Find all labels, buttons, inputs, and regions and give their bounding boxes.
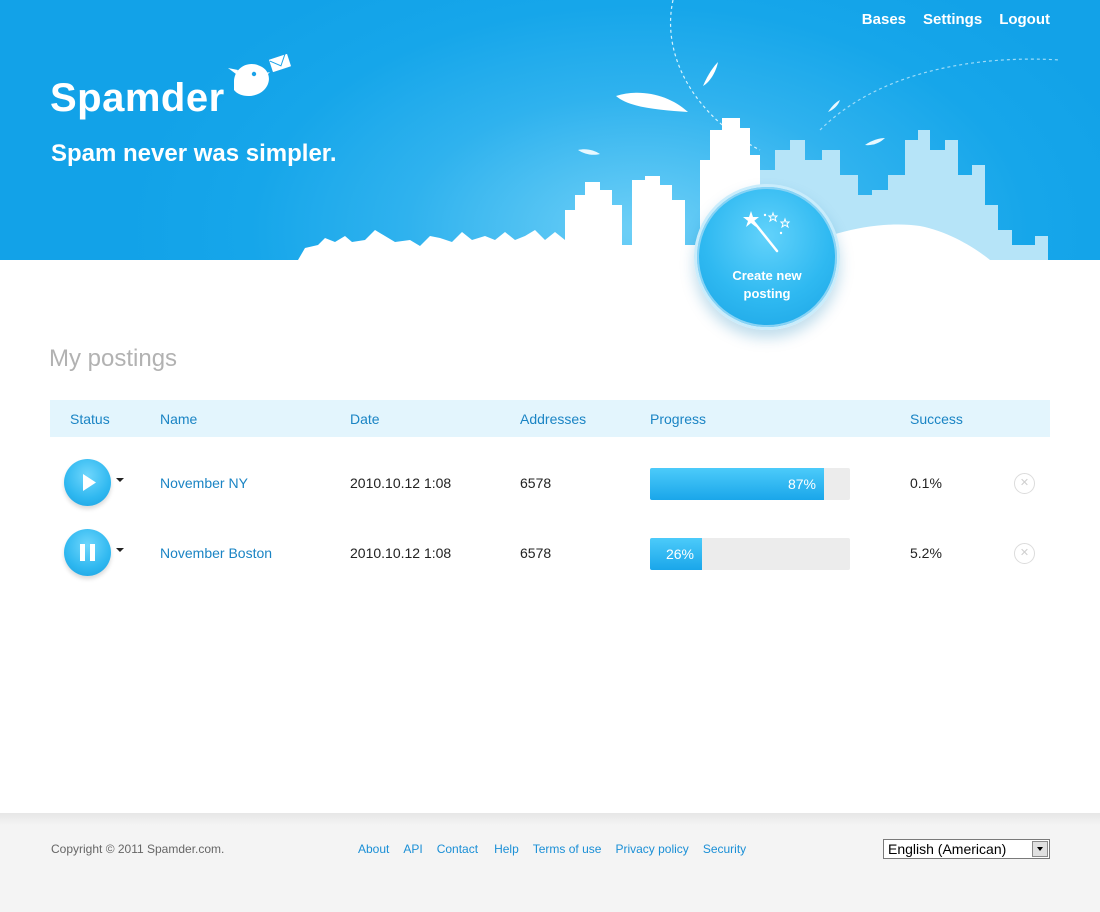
posting-date: 2010.10.12 1:08 — [350, 475, 452, 492]
footer-link-privacy[interactable]: Privacy policy — [615, 842, 688, 856]
progress-label: 26% — [665, 546, 694, 562]
pause-icon — [80, 544, 95, 561]
bird-logo-icon — [228, 52, 292, 96]
progress-fill: 26% — [650, 538, 702, 570]
footer-link-about[interactable]: About — [358, 842, 389, 856]
copyright: Copyright © 2011 Spamder.com. — [51, 842, 225, 856]
footer-link-api[interactable]: API — [403, 842, 422, 856]
progress-fill: 87% — [650, 468, 824, 500]
city-skyline-illustration — [298, 0, 1061, 260]
column-header-success: Success — [910, 411, 963, 427]
top-nav: Bases Settings Logout — [862, 11, 1050, 28]
posting-addresses: 6578 — [520, 545, 552, 562]
posting-name[interactable]: November Boston — [160, 545, 272, 561]
language-select[interactable]: English (American) — [883, 839, 1050, 859]
posting-addresses: 6578 — [520, 475, 552, 492]
chevron-down-icon[interactable] — [116, 478, 124, 482]
table-row: November Boston 2010.10.12 1:08 6578 26%… — [50, 523, 1050, 593]
delete-button[interactable]: ✕ — [1014, 473, 1035, 494]
close-icon: ✕ — [1019, 477, 1030, 489]
close-icon: ✕ — [1019, 547, 1030, 559]
posting-success: 5.2% — [910, 545, 942, 562]
nav-settings-link[interactable]: Settings — [923, 11, 982, 28]
language-select-value: English (American) — [888, 841, 1007, 857]
posting-date: 2010.10.12 1:08 — [350, 545, 452, 562]
footer-links: About API Contact Help Terms of use Priv… — [358, 842, 760, 856]
table-row: November NY 2010.10.12 1:08 6578 87% 0.1… — [50, 453, 1050, 523]
column-header-addresses: Addresses — [520, 411, 587, 427]
postings-table: Status Name Date Addresses Progress Succ… — [50, 400, 1050, 593]
chevron-down-icon[interactable] — [116, 548, 124, 552]
logo[interactable]: Spamder — [50, 52, 310, 124]
envelope-icon — [268, 52, 292, 73]
logo-text: Spamder — [50, 76, 225, 120]
nav-bases-link[interactable]: Bases — [862, 11, 906, 28]
delete-button[interactable]: ✕ — [1014, 543, 1035, 564]
posting-name[interactable]: November NY — [160, 475, 248, 491]
footer: Copyright © 2011 Spamder.com. About API … — [0, 813, 1100, 912]
footer-link-terms[interactable]: Terms of use — [533, 842, 602, 856]
footer-link-contact[interactable]: Contact — [437, 842, 478, 856]
table-header: Status Name Date Addresses Progress Succ… — [50, 400, 1050, 437]
header: Bases Settings Logout Spamder Spam never… — [0, 0, 1100, 260]
page-title: My postings — [49, 345, 178, 372]
progress-bar: 87% — [650, 468, 850, 500]
chevron-down-icon[interactable] — [1032, 841, 1048, 857]
column-header-progress: Progress — [650, 411, 707, 427]
footer-link-security[interactable]: Security — [703, 842, 746, 856]
column-header-status: Status — [70, 411, 110, 427]
magic-wand-icon — [743, 211, 791, 253]
column-header-name: Name — [160, 411, 198, 427]
play-icon — [83, 474, 96, 491]
create-new-posting-button[interactable]: Create new posting — [694, 184, 840, 330]
tagline: Spam never was simpler. — [51, 140, 337, 167]
column-header-date: Date — [350, 411, 380, 427]
play-button[interactable] — [64, 459, 111, 506]
pause-button[interactable] — [64, 529, 111, 576]
footer-link-help[interactable]: Help — [494, 842, 519, 856]
create-new-posting-label: Create new posting — [732, 268, 802, 301]
progress-label: 87% — [787, 476, 816, 492]
progress-bar: 26% — [650, 538, 850, 570]
nav-logout-link[interactable]: Logout — [999, 11, 1050, 28]
posting-success: 0.1% — [910, 475, 942, 492]
